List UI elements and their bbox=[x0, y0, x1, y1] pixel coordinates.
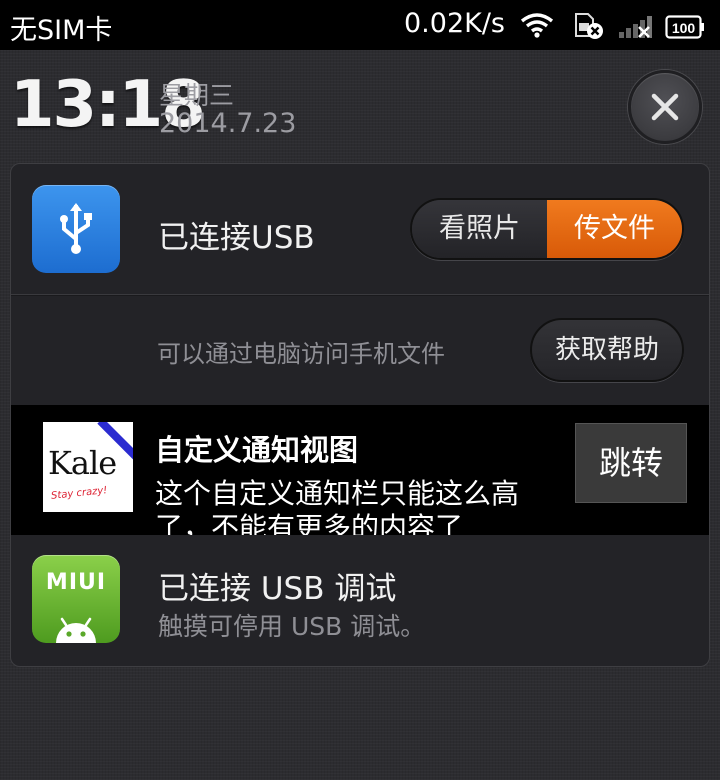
status-bar: 无SIM卡 0.02K/s 100 bbox=[0, 0, 720, 50]
transfer-files-button[interactable]: 传文件 bbox=[547, 200, 682, 258]
wifi-icon bbox=[520, 12, 554, 42]
signal-icon bbox=[617, 14, 657, 44]
usb-notification-title: 已连接USB bbox=[158, 220, 315, 256]
battery-icon: 100 bbox=[665, 14, 705, 44]
usb-debug-title[interactable]: 已连接 USB 调试 bbox=[158, 563, 396, 608]
custom-notification-body: 这个自定义通知栏只能这么高了，不能有更多的内容了 bbox=[155, 477, 520, 535]
logo-tagline: Stay crazy! bbox=[50, 485, 108, 502]
android-icon bbox=[56, 617, 96, 643]
sim-card-icon bbox=[573, 12, 605, 44]
get-help-button[interactable]: 获取帮助 bbox=[530, 318, 684, 382]
usb-icon bbox=[60, 203, 92, 254]
svg-text:100: 100 bbox=[672, 20, 696, 36]
custom-notification[interactable]: Kale Stay crazy! 自定义通知视图 这个自定义通知栏只能这么高了，… bbox=[11, 405, 709, 535]
miui-app-icon: MIUI bbox=[32, 555, 120, 643]
close-icon bbox=[651, 93, 679, 121]
usb-mode-switch: 看照片 传文件 bbox=[410, 198, 684, 260]
usb-app-icon bbox=[32, 185, 120, 273]
miui-icon-label: MIUI bbox=[45, 570, 107, 595]
custom-notification-title: 自定义通知视图 bbox=[155, 433, 359, 467]
carrier-label: 无SIM卡 bbox=[10, 15, 113, 46]
view-photos-button[interactable]: 看照片 bbox=[412, 200, 547, 258]
network-speed: 0.02K/s bbox=[404, 8, 505, 39]
usb-debug-subtitle[interactable]: 触摸可停用 USB 调试。 bbox=[158, 607, 425, 643]
jump-button[interactable]: 跳转 bbox=[575, 423, 687, 503]
notification-panel: 已连接USB 看照片 传文件 可以通过电脑访问手机文件 获取帮助 Kale St… bbox=[10, 163, 710, 667]
usb-description: 可以通过电脑访问手机文件 bbox=[157, 340, 445, 368]
weekday-label: 星期三 bbox=[159, 81, 235, 110]
date-label: 2014.7.23 bbox=[159, 108, 297, 139]
divider bbox=[11, 294, 709, 295]
kale-logo: Kale Stay crazy! bbox=[43, 422, 133, 512]
close-button[interactable] bbox=[628, 70, 702, 144]
logo-text: Kale bbox=[48, 444, 117, 482]
